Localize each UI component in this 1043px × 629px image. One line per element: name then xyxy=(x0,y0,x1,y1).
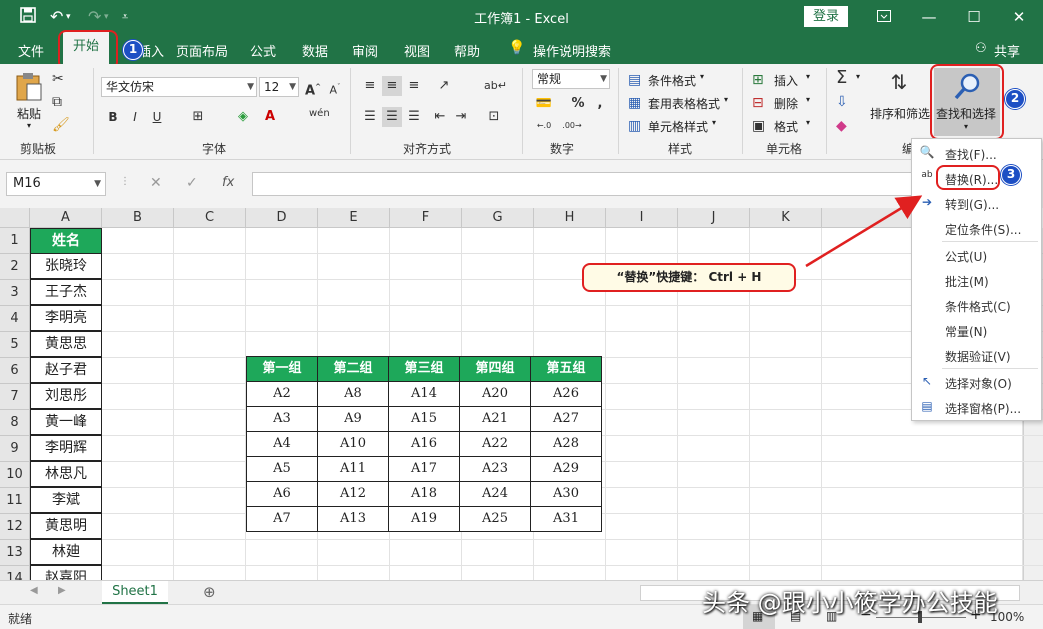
status-text: 就绪 xyxy=(8,612,33,626)
shortcut-callout: “替换”快捷键： Ctrl + H xyxy=(582,263,796,292)
new-sheet-icon[interactable]: ⊕ xyxy=(203,583,216,601)
callout-arrow xyxy=(805,195,923,268)
prev-sheet-icon[interactable]: ◀ xyxy=(30,585,38,596)
sheet-tab-sheet1[interactable]: Sheet1 xyxy=(102,581,168,605)
watermark-text: 头条 @跟小小筱学办公技能 xyxy=(702,589,998,617)
next-sheet-icon[interactable]: ▶ xyxy=(58,585,66,596)
